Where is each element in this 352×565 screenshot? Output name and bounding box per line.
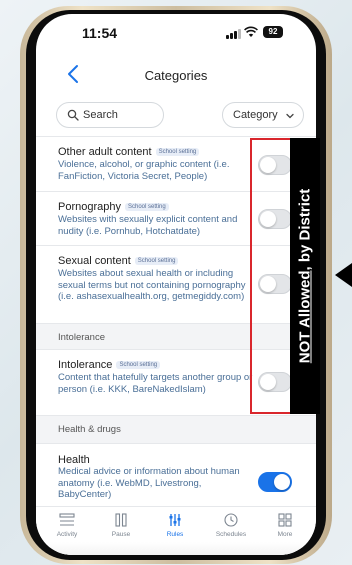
row-description: Medical advice or information about huma… (58, 466, 240, 500)
category-row-health: Health Medical advice or information abo… (36, 443, 316, 509)
grid-icon (278, 513, 292, 527)
toggle-health[interactable] (258, 472, 292, 492)
status-time: 11:54 (82, 25, 118, 41)
row-title: Health (58, 454, 90, 466)
row-description: Content that hatefully targets another g… (58, 372, 253, 395)
category-dropdown[interactable]: Category (222, 102, 304, 128)
row-title: Sexual content (58, 255, 131, 267)
tab-activity[interactable]: Activity (42, 513, 92, 538)
toggle-highlight-box (250, 138, 294, 414)
category-label: Category (233, 109, 278, 121)
tab-label: Rules (166, 531, 184, 538)
pause-icon (115, 513, 127, 527)
tab-label: More (277, 531, 293, 538)
search-button[interactable]: Search (56, 102, 164, 128)
school-setting-badge: School setting (116, 361, 161, 369)
nav-bar: Categories (36, 60, 316, 90)
tab-label: Activity (56, 531, 78, 538)
toggle-knob (274, 474, 290, 490)
annotation-rest: , by District (296, 188, 314, 271)
school-setting-badge: School setting (155, 148, 200, 156)
tab-pause[interactable]: Pause (96, 513, 146, 538)
search-icon (67, 109, 79, 121)
annotation-emphasis: NOT Allowed (296, 270, 314, 364)
tab-schedules[interactable]: Schedules (206, 513, 256, 538)
tab-more[interactable]: More (260, 513, 310, 538)
arrow-left-icon (335, 263, 352, 287)
section-label: Intolerance (58, 332, 106, 343)
school-setting-badge: School setting (134, 257, 179, 265)
chevron-down-icon (286, 113, 294, 119)
tab-rules[interactable]: Rules (150, 513, 200, 538)
clock-icon (224, 513, 238, 527)
row-description: Violence, alcohol, or graphic content (i… (58, 159, 230, 182)
battery-indicator: 92 (263, 26, 283, 38)
row-title: Pornography (58, 201, 121, 213)
signal-icon (226, 29, 241, 39)
wifi-icon (244, 26, 258, 37)
row-description: Websites with sexually explicit content … (58, 214, 238, 237)
rules-icon (169, 514, 181, 526)
activity-icon (59, 513, 75, 526)
search-label: Search (83, 109, 118, 121)
home-indicator-area (36, 542, 316, 555)
status-bar: 11:54 92 (36, 14, 316, 46)
row-title: Intolerance (58, 359, 113, 371)
district-annotation-banner: NOT Allowed, by District (290, 138, 320, 414)
annotation-text: NOT Allowed, by District (297, 189, 314, 363)
row-title: Other adult content (58, 146, 152, 158)
tab-label: Pause (111, 531, 131, 538)
section-header-health-drugs: Health & drugs (36, 415, 316, 443)
school-setting-badge: School setting (125, 203, 169, 211)
tab-label: Schedules (215, 531, 247, 538)
section-label: Health & drugs (58, 424, 121, 435)
row-description: Websites about sexual health or includin… (58, 268, 246, 302)
page-title: Categories (144, 68, 208, 83)
